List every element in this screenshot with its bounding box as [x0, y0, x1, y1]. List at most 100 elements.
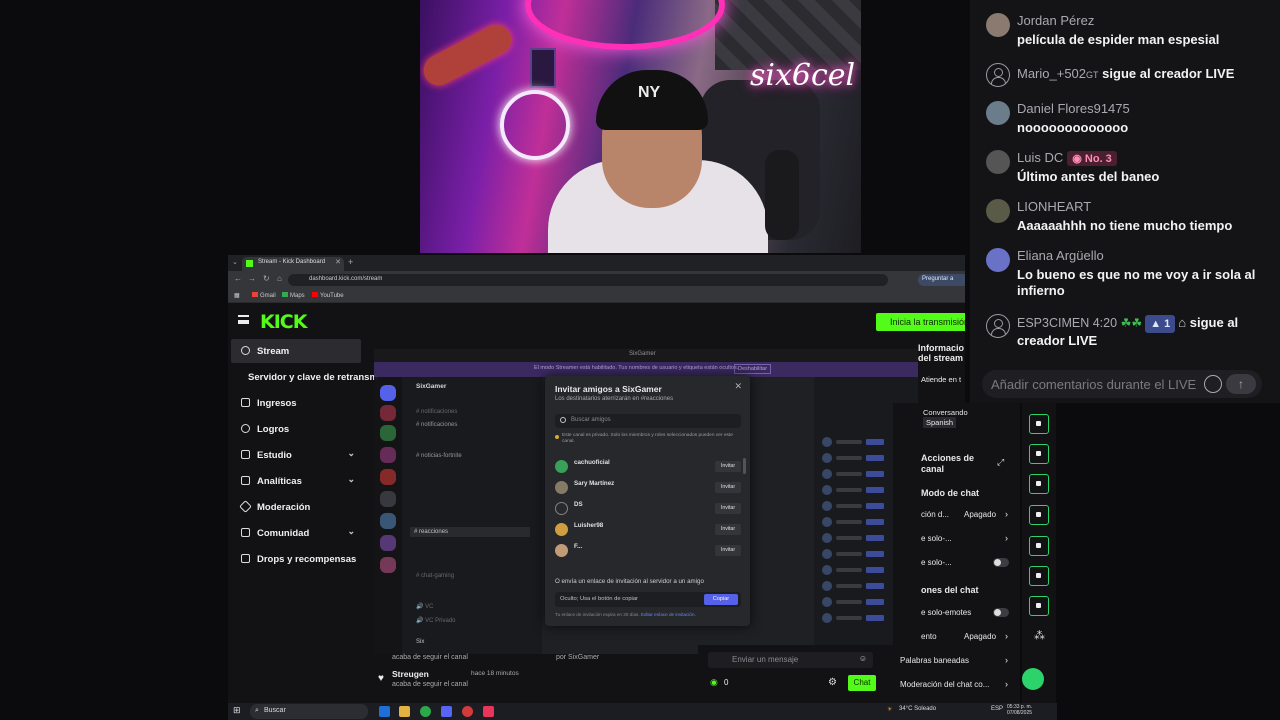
send-arrow-icon[interactable]: ↑ — [1226, 374, 1256, 394]
sidebar-item-analytics[interactable]: Analíticas ⌄ — [231, 469, 361, 493]
invite-button[interactable]: Invitar — [715, 545, 741, 556]
setting-value[interactable]: Apagado — [964, 510, 996, 519]
bookmark-maps[interactable]: Maps — [282, 292, 305, 299]
discord-icon[interactable] — [441, 706, 452, 717]
copy-button[interactable]: Copiar — [704, 594, 738, 605]
invite-button[interactable]: Invitar — [715, 461, 741, 472]
close-tab-icon[interactable]: ✕ — [335, 258, 341, 266]
voice-channel[interactable]: 🔊 VC Privado — [416, 617, 456, 624]
modal-subtitle: Los destinatarios aterrizarán en #reacci… — [555, 396, 674, 402]
chat-button[interactable]: Chat — [848, 675, 876, 691]
server-icon[interactable] — [380, 535, 396, 551]
sidebar-item-community[interactable]: Comunidad ⌄ — [231, 521, 361, 545]
browser-tab[interactable]: Stream - Kick Dashboard ✕ — [242, 257, 344, 271]
server-icon[interactable] — [380, 469, 396, 485]
sidebar-item-studio[interactable]: Estudio ⌄ — [231, 443, 361, 467]
capture-icon[interactable] — [1029, 414, 1049, 434]
chat-moderation-item[interactable]: Moderación del chat co... — [900, 680, 989, 689]
broadcast-icon[interactable] — [1029, 536, 1049, 556]
support-icon[interactable] — [1022, 668, 1044, 690]
invite-button[interactable]: Invitar — [715, 524, 741, 535]
language-indicator[interactable]: ESP — [991, 706, 1003, 712]
server-icon[interactable] — [380, 425, 396, 441]
kick-favicon-icon — [246, 260, 253, 267]
file-explorer-icon[interactable] — [399, 706, 410, 717]
invite-button[interactable]: Invitar — [715, 482, 741, 493]
channel-item[interactable]: # reacciones — [410, 527, 530, 537]
chat-username: Mario_+502GT sigue al creador LIVE — [1017, 66, 1235, 81]
sidebar-item-server[interactable]: Servidor y clave de retransm — [231, 365, 378, 389]
tiktok-icon[interactable] — [483, 706, 494, 717]
discord-user[interactable]: Six — [416, 639, 424, 645]
tab-menu-icon[interactable]: ⌄ — [232, 258, 238, 266]
slow-value[interactable]: Apagado — [964, 632, 996, 641]
document-icon[interactable] — [1029, 474, 1049, 494]
channel-item[interactable]: # chat-gaming — [416, 573, 454, 579]
voice-channel[interactable]: 🔊 VC — [416, 603, 433, 610]
menu-icon[interactable] — [238, 315, 249, 324]
chrome-icon[interactable] — [420, 706, 431, 717]
bookmark-youtube[interactable]: YouTube — [312, 292, 344, 299]
close-icon[interactable]: ✕ — [734, 381, 742, 392]
channel-item[interactable]: # notificaciones — [416, 409, 457, 415]
search-icon — [560, 417, 566, 423]
home-icon[interactable]: ⌂ — [277, 274, 282, 283]
list-icon[interactable] — [1029, 566, 1049, 586]
chevron-right-icon[interactable]: › — [1005, 509, 1008, 519]
channel-item[interactable]: # noticias-fortnite — [416, 453, 462, 459]
forward-icon[interactable]: → — [248, 274, 256, 283]
chevron-right-icon[interactable]: › — [1005, 533, 1008, 543]
community-icon[interactable]: ⁂ — [1034, 629, 1045, 642]
sidebar-item-drops[interactable]: Drops y recompensas — [231, 547, 361, 571]
go-live-button[interactable]: Inicia la transmisión — [876, 313, 965, 331]
bookmark-gmail[interactable]: Gmail — [252, 292, 276, 299]
sidebar-item-income[interactable]: Ingresos — [231, 391, 361, 415]
emoji-icon[interactable]: ☺ — [859, 654, 867, 663]
clock[interactable]: 05:33 p. m. 07/08/2025 — [1007, 704, 1032, 716]
taskbar-search[interactable]: ⌕ Buscar — [250, 704, 368, 719]
server-name[interactable]: SixGamer — [416, 383, 446, 390]
send-message-input[interactable]: Enviar un mensaje ☺ — [708, 652, 873, 668]
new-tab-icon[interactable]: + — [348, 257, 353, 267]
toggle-switch[interactable] — [993, 608, 1009, 617]
url-field[interactable]: dashboard.kick.com/stream — [288, 274, 888, 286]
invite-button[interactable]: Invitar — [715, 503, 741, 514]
server-icon[interactable] — [380, 557, 396, 573]
edit-link[interactable]: Editar enlace de invitación. — [641, 612, 696, 617]
app-icon[interactable] — [462, 706, 473, 717]
server-icon[interactable] — [380, 513, 396, 529]
wrench-icon[interactable] — [1029, 596, 1049, 616]
ask-button[interactable]: Preguntar a — [918, 274, 965, 286]
weather-text[interactable]: 34°C Soleado — [899, 706, 936, 712]
server-icon[interactable] — [380, 447, 396, 463]
disable-button[interactable]: Deshabilitar — [734, 364, 772, 374]
sidebar-item-achievements[interactable]: Logros — [231, 417, 361, 441]
chat-bubble-icon[interactable] — [1029, 505, 1049, 525]
scrollbar[interactable] — [743, 458, 746, 474]
app-icon[interactable] — [379, 706, 390, 717]
apps-icon[interactable]: ▦ — [234, 292, 240, 299]
reload-icon[interactable]: ↻ — [263, 274, 270, 283]
toggle-switch[interactable] — [993, 558, 1009, 567]
invite-link-field[interactable]: Oculto; Usa el botón de copiar Copiar — [555, 592, 741, 607]
sidebar-item-moderation[interactable]: Moderación — [231, 495, 361, 519]
emoji-icon[interactable] — [1204, 375, 1222, 393]
settings-gear-icon[interactable]: ⚙ — [828, 677, 837, 688]
chevron-right-icon[interactable]: › — [1005, 679, 1008, 689]
expand-icon[interactable]: ⤢ — [997, 457, 1004, 468]
server-icon[interactable] — [380, 491, 396, 507]
chevron-right-icon[interactable]: › — [1005, 631, 1008, 641]
kick-logo[interactable]: KICK — [260, 311, 307, 333]
server-icon[interactable] — [380, 405, 396, 421]
friend-search-input[interactable]: Buscar amigos — [555, 414, 741, 428]
back-icon[interactable]: ← — [234, 274, 242, 283]
windows-start-icon[interactable]: ⊞ — [233, 705, 241, 716]
comment-input[interactable]: Añadir comentarios durante el LIVE ↑ — [982, 370, 1262, 398]
server-icon[interactable] — [380, 385, 396, 401]
sidebar-item-stream[interactable]: Stream — [231, 339, 361, 363]
bolt-icon[interactable] — [1029, 444, 1049, 464]
chevron-right-icon[interactable]: › — [1005, 655, 1008, 665]
neon-light — [525, 0, 725, 50]
channel-item[interactable]: # notificaciones — [416, 422, 457, 428]
banned-words-item[interactable]: Palabras baneadas — [900, 656, 969, 665]
